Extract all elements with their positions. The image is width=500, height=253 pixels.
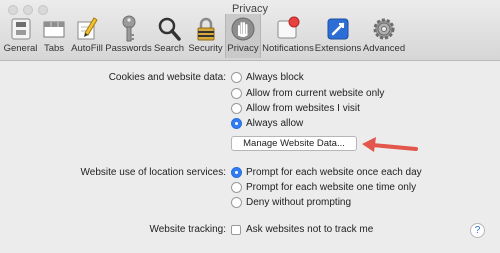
gear-icon bbox=[371, 15, 397, 43]
title-bar: Privacy General Tabs AutoFill Passwords … bbox=[0, 0, 500, 61]
manage-website-data-button[interactable]: Manage Website Data... bbox=[231, 136, 357, 151]
radio-always-block[interactable]: Always block bbox=[231, 72, 304, 83]
pencil-form-icon bbox=[74, 15, 100, 43]
radio-deny-without-prompting[interactable]: Deny without prompting bbox=[231, 197, 351, 208]
tab-passwords[interactable]: Passwords bbox=[105, 14, 152, 58]
radio-label: Prompt for each website once each day bbox=[246, 167, 422, 178]
tabs-icon bbox=[41, 15, 67, 43]
radio-button[interactable] bbox=[231, 72, 242, 83]
general-switch-icon bbox=[8, 15, 34, 43]
preferences-toolbar: General Tabs AutoFill Passwords Search S… bbox=[2, 14, 407, 58]
tab-notifications[interactable]: Notifications bbox=[261, 14, 315, 58]
tab-search[interactable]: Search bbox=[152, 14, 186, 58]
radio-label: Deny without prompting bbox=[246, 197, 352, 208]
radio-label: Allow from current website only bbox=[246, 88, 385, 99]
radio-button-selected[interactable] bbox=[231, 118, 242, 129]
tab-autofill[interactable]: AutoFill bbox=[69, 14, 105, 58]
radio-allow-visited-websites[interactable]: Allow from websites I visit bbox=[231, 103, 360, 114]
tab-privacy[interactable]: Privacy bbox=[225, 14, 261, 58]
website-tracking-label: Website tracking: bbox=[149, 224, 226, 235]
do-not-track-checkbox[interactable] bbox=[231, 224, 241, 235]
tab-security[interactable]: Security bbox=[186, 14, 225, 58]
radio-label: Prompt for each website one time only bbox=[246, 182, 417, 193]
radio-label: Always block bbox=[246, 72, 304, 83]
radio-button[interactable] bbox=[231, 197, 242, 208]
magnifier-icon bbox=[156, 15, 182, 43]
padlock-icon bbox=[193, 15, 219, 43]
tab-general[interactable]: General bbox=[2, 14, 39, 58]
cookies-label: Cookies and website data: bbox=[108, 72, 226, 83]
radio-button-selected[interactable] bbox=[231, 167, 242, 178]
radio-button[interactable] bbox=[231, 103, 242, 114]
annotation-arrow-icon bbox=[360, 136, 422, 163]
do-not-track-option[interactable]: Ask websites not to track me bbox=[231, 224, 373, 235]
radio-prompt-one-time-only[interactable]: Prompt for each website one time only bbox=[231, 182, 416, 193]
key-icon bbox=[116, 15, 142, 43]
help-button[interactable]: ? bbox=[470, 223, 485, 238]
hand-icon bbox=[230, 15, 256, 43]
radio-button[interactable] bbox=[231, 182, 242, 193]
tab-tabs[interactable]: Tabs bbox=[39, 14, 69, 58]
tab-advanced[interactable]: Advanced bbox=[361, 14, 407, 58]
notification-badge-icon bbox=[275, 15, 301, 43]
radio-prompt-once-each-day[interactable]: Prompt for each website once each day bbox=[231, 167, 422, 178]
checkbox-label: Ask websites not to track me bbox=[246, 224, 374, 235]
radio-allow-current-website[interactable]: Allow from current website only bbox=[231, 88, 384, 99]
extensions-icon bbox=[325, 15, 351, 43]
preferences-window: Privacy General Tabs AutoFill Passwords … bbox=[0, 0, 500, 253]
radio-always-allow[interactable]: Always allow bbox=[231, 118, 303, 129]
radio-button[interactable] bbox=[231, 88, 242, 99]
radio-label: Always allow bbox=[246, 118, 304, 129]
radio-label: Allow from websites I visit bbox=[246, 103, 360, 114]
location-services-label: Website use of location services: bbox=[80, 167, 226, 178]
tab-extensions[interactable]: Extensions bbox=[315, 14, 361, 58]
